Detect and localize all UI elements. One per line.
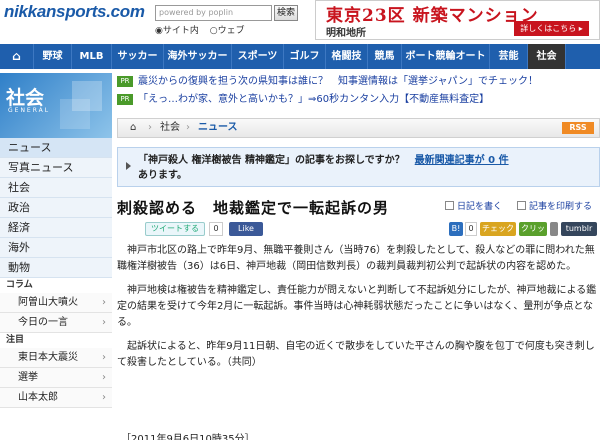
nav-baseball[interactable]: 野球 bbox=[34, 44, 72, 69]
article-body: 神戸市北区の路上で昨年9月、無職平養則さん（当時76）を刺殺したとして、殺人など… bbox=[117, 243, 600, 379]
breadcrumb-section[interactable]: 社会 bbox=[160, 119, 180, 137]
ad-banner[interactable]: 東京23区 新築マンション 明和地所 詳しくはこちら ▸ bbox=[315, 0, 600, 40]
tweet-count: 0 bbox=[209, 222, 223, 236]
arrow-right-icon bbox=[126, 162, 131, 170]
ad-title: 東京23区 新築マンション bbox=[326, 6, 539, 26]
print-article-label: 記事を印刷する bbox=[529, 202, 593, 212]
print-article-link[interactable]: 記事を印刷する bbox=[517, 199, 592, 212]
sidebar-column-heading: コラム bbox=[0, 278, 112, 293]
sidebar: 社会 GENERAL ニュース 写真ニュース 社会 政治 経済 海外 動物 コラ… bbox=[0, 73, 112, 440]
radio-site[interactable]: ◉サイト内 bbox=[155, 26, 199, 36]
sidebar-attention-heading: 注目 bbox=[0, 333, 112, 348]
bookmark-icon[interactable] bbox=[550, 222, 558, 236]
nav-entertainment[interactable]: 芸能 bbox=[490, 44, 528, 69]
sidebar-item-overseas[interactable]: 海外 bbox=[0, 238, 112, 258]
notice-text: 「神戸殺人 権洋樹被告 精神鑑定」の記事をお探しですか？ 最新関連記事が 0 件… bbox=[138, 153, 578, 183]
breadcrumb-current: ニュース bbox=[198, 122, 238, 133]
main-nav: ⌂ 野球 MLB サッカー 海外サッカー スポーツ ゴルフ 格闘技 競馬 ボート… bbox=[0, 44, 600, 69]
breadcrumb-separator: › bbox=[148, 122, 152, 133]
main-content: PR 震災からの復興を担う次の県知事は誰に？ 知事選情報は「選挙ジャパン」でチェッ… bbox=[117, 73, 600, 440]
search-input[interactable]: powered by poplin bbox=[155, 5, 272, 21]
printer-icon bbox=[517, 201, 526, 210]
radio-web[interactable]: ○ウェブ bbox=[210, 26, 245, 36]
section-subtitle: GENERAL bbox=[8, 107, 51, 114]
pr-row: PR 震災からの復興を担う次の県知事は誰に？ 知事選情報は「選挙ジャパン」でチェッ… bbox=[117, 73, 600, 91]
article-paragraph: 神戸地検は権被告を精神鑑定し、責任能力が問えないと判断して不起訴処分にしたが、神… bbox=[117, 285, 597, 328]
share-toolbar: ツイートする 0 Like B! 0 チェック クリップ tumblr bbox=[117, 220, 600, 247]
sidebar-attention-item[interactable]: 山本太郎 bbox=[0, 388, 112, 408]
pr-link[interactable]: 「えっ…わが家、意外と高いかも？」⇒60秒カンタン入力【不動産無料査定】 bbox=[138, 94, 489, 105]
related-articles-notice: 「神戸殺人 権洋樹被告 精神鑑定」の記事をお探しですか？ 最新関連記事が 0 件… bbox=[117, 147, 600, 187]
decor-square bbox=[60, 99, 90, 129]
nav-boat-racing[interactable]: ボート競輪オート bbox=[402, 44, 490, 69]
pr-badge: PR bbox=[117, 94, 133, 105]
section-header: 社会 GENERAL bbox=[0, 73, 112, 138]
search-button[interactable]: 検索 bbox=[274, 5, 298, 21]
sidebar-attention-item[interactable]: 東日本大震災 bbox=[0, 348, 112, 368]
ad-company: 明和地所 bbox=[326, 28, 366, 39]
pr-badge: PR bbox=[117, 76, 133, 87]
nav-intl-soccer[interactable]: 海外サッカー bbox=[164, 44, 232, 69]
notice-tail: あります。 bbox=[138, 170, 187, 181]
sidebar-item-politics[interactable]: 政治 bbox=[0, 198, 112, 218]
breadcrumb-home-icon[interactable]: ⌂ bbox=[130, 119, 136, 137]
nav-mlb[interactable]: MLB bbox=[72, 44, 112, 69]
tumblr-button[interactable]: tumblr bbox=[561, 222, 597, 236]
sidebar-item-photo-news[interactable]: 写真ニュース bbox=[0, 158, 112, 178]
rss-icon[interactable]: RSS bbox=[562, 122, 594, 134]
nav-society[interactable]: 社会 bbox=[528, 44, 566, 69]
article-paragraph: 神戸市北区の路上で昨年9月、無職平養則さん（当時76）を刺殺したとして、殺人など… bbox=[117, 245, 595, 272]
site-header: nikkansports.com powered by poplin 検索 ◉サ… bbox=[0, 0, 600, 44]
mixi-check-button[interactable]: チェック bbox=[480, 222, 516, 236]
nav-soccer[interactable]: サッカー bbox=[112, 44, 164, 69]
clip-button[interactable]: クリップ bbox=[519, 222, 547, 247]
section-title: 社会 bbox=[6, 87, 45, 109]
breadcrumb-separator: › bbox=[186, 122, 190, 133]
sidebar-item-news[interactable]: ニュース bbox=[0, 138, 112, 158]
write-diary-link[interactable]: 日記を書く bbox=[445, 199, 502, 212]
sidebar-column-item[interactable]: 今日の一言 bbox=[0, 313, 112, 333]
hatena-bookmark-icon[interactable]: B! bbox=[449, 222, 463, 236]
facebook-like-button[interactable]: Like bbox=[229, 222, 263, 236]
nav-golf[interactable]: ゴルフ bbox=[284, 44, 326, 69]
breadcrumb: ⌂ › 社会 › ニュース RSS bbox=[117, 118, 600, 138]
nav-home-icon[interactable]: ⌂ bbox=[0, 44, 34, 69]
pencil-icon bbox=[445, 201, 454, 210]
search-scope-radios: ◉サイト内 ○ウェブ bbox=[155, 23, 253, 36]
article-title: 刺殺認める 地裁鑑定で一転起訴の男 bbox=[117, 199, 390, 217]
sidebar-item-animals[interactable]: 動物 bbox=[0, 258, 112, 278]
pr-link[interactable]: 震災からの復興を担う次の県知事は誰に？ 知事選情報は「選挙ジャパン」でチェック！ bbox=[138, 76, 538, 87]
write-diary-label: 日記を書く bbox=[457, 202, 503, 212]
nav-combat[interactable]: 格闘技 bbox=[326, 44, 368, 69]
sidebar-attention-item[interactable]: 選挙 bbox=[0, 368, 112, 388]
article-dateline: ［2011年9月6日10時35分］ bbox=[121, 434, 255, 440]
nav-sports[interactable]: スポーツ bbox=[232, 44, 284, 69]
site-logo[interactable]: nikkansports.com bbox=[4, 2, 145, 22]
nav-horse-racing[interactable]: 競馬 bbox=[368, 44, 402, 69]
ad-details-button[interactable]: 詳しくはこちら ▸ bbox=[514, 21, 589, 36]
sidebar-item-society[interactable]: 社会 bbox=[0, 178, 112, 198]
sidebar-column-item[interactable]: 阿曽山大噴火 bbox=[0, 293, 112, 313]
related-count-link[interactable]: 最新関連記事が 0 件 bbox=[415, 155, 509, 166]
article-paragraph: 起訴状によると、昨年9月11日朝、自宅の近くで散歩をしていた平さんの胸や腹を包丁… bbox=[117, 341, 595, 368]
tweet-button[interactable]: ツイートする bbox=[145, 222, 205, 236]
sidebar-item-economy[interactable]: 経済 bbox=[0, 218, 112, 238]
pr-row: PR 「えっ…わが家、意外と高いかも？」⇒60秒カンタン入力【不動産無料査定】 bbox=[117, 91, 600, 109]
hatena-count: 0 bbox=[465, 222, 477, 236]
notice-query: 「神戸殺人 権洋樹被告 精神鑑定」の記事をお探しですか？ bbox=[138, 155, 415, 166]
